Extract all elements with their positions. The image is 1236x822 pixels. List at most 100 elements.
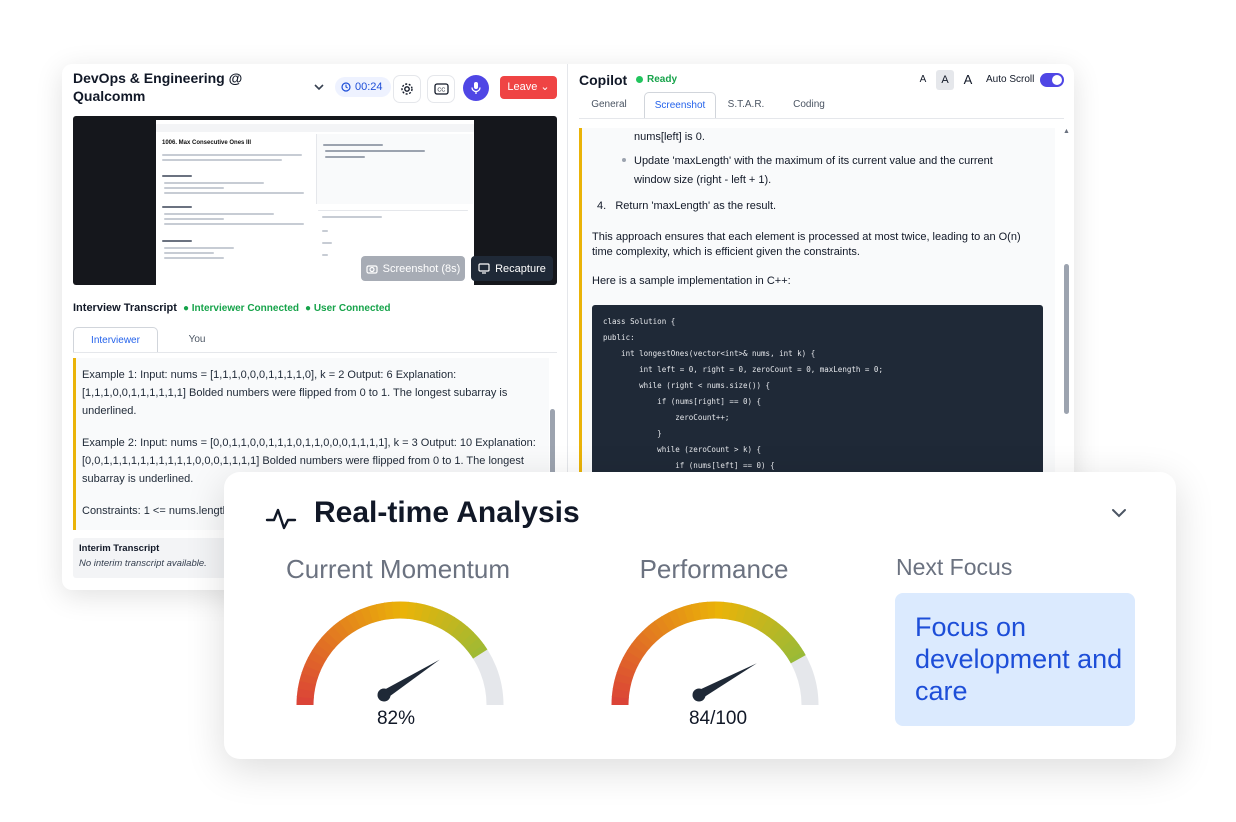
code-line: } [603,429,662,438]
tab-screenshot[interactable]: Screenshot [644,92,716,119]
microphone-icon [471,82,481,94]
svg-text:CC: CC [437,87,445,93]
clock-icon [341,82,351,92]
leave-button[interactable]: Leave ⌄ [500,76,557,99]
momentum-gauge-fill-segment [426,606,441,626]
session-timer: 00:24 [335,77,391,97]
performance-gauge-fill-segment [631,636,650,655]
momentum-gauge-fill-segment [301,664,321,679]
performance-gauge-fill-segment [611,687,630,699]
shared-problem-title: 1006. Max Consecutive Ones III [162,140,252,146]
performance-gauge-fill-segment [622,649,642,666]
performance-gauge-fill-segment [660,612,677,632]
transcript-scroll-thumb[interactable] [550,409,555,481]
performance-gauge-fill-segment [748,609,764,629]
microphone-button[interactable] [463,75,489,101]
momentum-gauge-fill-segment [375,602,388,621]
tab-coding[interactable]: Coding [780,92,838,118]
screenshot-button[interactable]: Screenshot (8s) [361,256,465,281]
performance-gauge-fill-segment [776,631,795,650]
gear-icon [401,83,413,95]
momentum-label: Current Momentum [286,554,510,584]
momentum-gauge-fill-segment [304,656,324,672]
next-focus-label: Next Focus [896,554,1013,580]
answer-scroll-thumb[interactable] [1064,264,1069,414]
performance-gauge-fill-segment [683,604,696,623]
performance-gauge-needle [696,663,757,699]
tab-interviewer[interactable]: Interviewer [73,327,158,353]
momentum-gauge-fill-segment [332,620,351,640]
tab-general[interactable]: General [579,92,639,118]
performance-gauge-track [611,601,819,706]
copilot-title: Copilot [579,72,628,88]
performance-gauge-fill-segment [690,602,703,621]
settings-button[interactable] [393,75,421,103]
tab-divider [579,118,1064,119]
status-dot [636,76,643,83]
momentum-gauge-fill-segment [413,602,426,622]
chevron-down-icon[interactable] [312,80,326,94]
recapture-button[interactable]: Recapture [471,256,553,281]
performance-value: 84/100 [688,708,748,729]
timer-value: 00:24 [355,81,383,93]
momentum-gauge-fill-segment [326,625,345,644]
font-size-large-button[interactable]: A [959,70,977,90]
tab-star[interactable]: S.T.A.R. [718,92,774,118]
performance-gauge [611,601,819,706]
code-line: if (nums[left] == 0) { [603,461,775,470]
transcript-header: Interview Transcript ● Interviewer Conne… [73,302,391,314]
transcript-message: Example 1: Input: nums = [1,1,1,0,0,0,1,… [82,369,508,417]
code-line: if (nums[right] == 0) { [603,397,762,406]
momentum-gauge-fill-segment [406,601,418,620]
chevron-down-icon[interactable] [1108,502,1130,524]
next-focus-box: Focus on development and care [895,593,1135,726]
code-line: public: [603,333,635,342]
performance-gauge-fill-segment [728,602,741,622]
momentum-gauge-fill-segment [297,679,317,692]
session-title: DevOps & Engineering @ Qualcomm [73,70,243,104]
momentum-gauge-fill-segment [450,621,469,640]
captions-button[interactable]: CC [427,75,455,103]
performance-gauge-fill-segment [641,625,660,644]
momentum-gauge-fill-segment [456,626,475,645]
performance-gauge-fill-segment [612,679,632,692]
momentum-gauge-fill-segment [311,643,331,660]
font-size-medium-button[interactable]: A [936,70,954,90]
font-size-small-button[interactable]: A [914,70,932,90]
code-line: zeroCount++; [603,413,730,422]
performance-gauge-hub [692,688,706,702]
momentum-gauge-track [296,601,504,706]
momentum-gauge-needle [381,659,440,699]
momentum-gauge-fill-segment [445,616,462,636]
momentum-gauge-fill-segment [321,630,340,649]
momentum-gauge-fill-segment [439,612,456,632]
code-line: int longestOnes(vector<int>& nums, int k… [603,349,816,358]
performance-gauge-fill-segment [675,606,690,626]
performance-gauge-fill-segment [788,650,806,664]
performance-gauge-fill-segment [741,606,756,626]
auto-scroll-toggle[interactable] [1040,73,1064,87]
interim-text: No interim transcript available. [79,558,207,569]
tab-you[interactable]: You [172,327,222,352]
recapture-label: Recapture [495,262,546,275]
camera-icon [366,264,378,274]
momentum-gauge [296,601,504,706]
performance-gauge-fill-segment [654,616,671,636]
momentum-gauge-fill-segment [296,687,315,699]
interim-title: Interim Transcript [79,543,160,554]
performance-gauge-fill-segment [721,601,733,620]
analysis-title: Real-time Analysis [314,496,580,529]
momentum-gauge-hub [377,688,391,702]
performance-gauge-fill-segment [784,644,804,661]
momentum-gauge-fill-segment [360,606,375,626]
status-badge: Ready [636,74,677,85]
performance-gauge-fill-segment [780,637,800,656]
momentum-value: 82% [376,708,416,729]
performance-gauge-fill-segment [614,671,634,685]
code-line: int left = 0, right = 0, zeroCount = 0, … [603,365,883,374]
scroll-up-icon[interactable]: ▲ [1063,128,1070,135]
realtime-analysis-card: Real-time Analysis Current Momentum 82% … [224,472,1176,759]
momentum-gauge-fill-segment [316,636,335,655]
transcript-title: Interview Transcript [73,302,177,314]
answer-line: Update 'maxLength' with the maximum of i… [634,155,993,167]
